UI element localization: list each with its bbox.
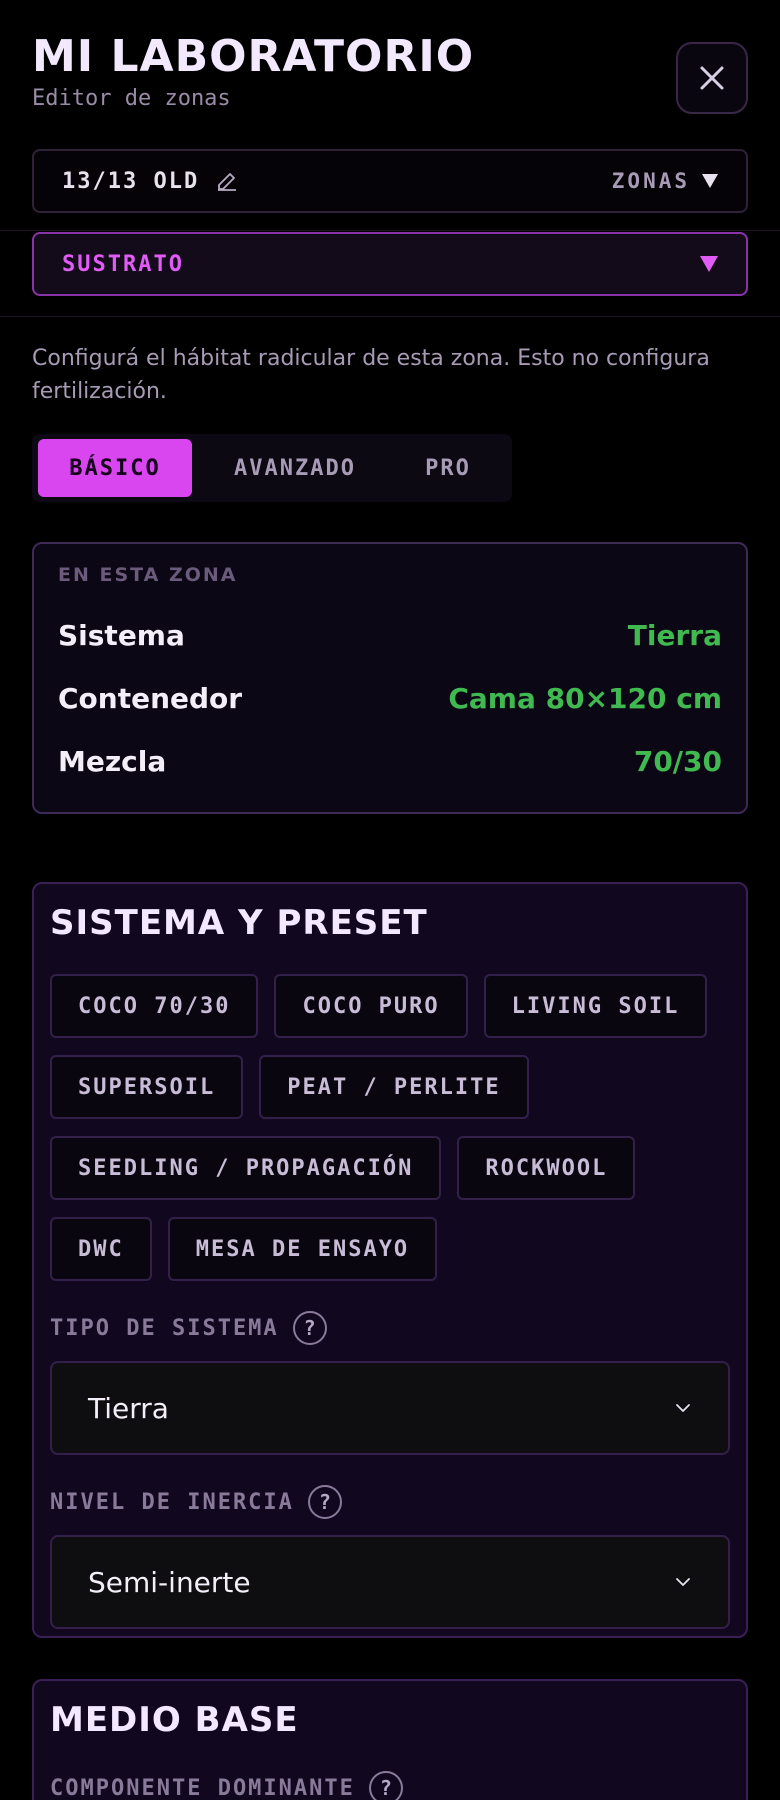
summary-caption: EN ESTA ZONA (58, 564, 238, 586)
divider (0, 230, 780, 231)
inertia-label: NIVEL DE INERCIA ? (50, 1485, 730, 1519)
section-dropdown-value: SUSTRATO (62, 251, 184, 277)
summary-row: Contenedor Cama 80×120 cm (58, 667, 722, 730)
close-button[interactable] (676, 42, 748, 114)
field-label-text: TIPO DE SISTEMA (50, 1315, 279, 1341)
triangle-down-icon (700, 256, 718, 272)
question-icon[interactable]: ? (307, 1485, 342, 1519)
field-label-text: COMPONENTE DOMINANTE (50, 1775, 355, 1800)
summary-row: Mezcla 70/30 (58, 730, 722, 793)
chevron-down-icon (676, 1404, 690, 1412)
inertia-select[interactable]: Semi-inerte (50, 1535, 730, 1629)
system-type-select[interactable]: Tierra (50, 1361, 730, 1455)
select-value: Tierra (88, 1391, 169, 1425)
zones-dropdown[interactable]: ZONAS (612, 169, 718, 193)
system-preset-card: SISTEMA Y PRESET COCO 70/30 COCO PURO LI… (32, 882, 748, 1638)
zone-summary-card: EN ESTA ZONA Sistema Tierra Contenedor C… (32, 542, 748, 814)
summary-value: Tierra (627, 619, 722, 652)
chevron-down-icon (676, 1578, 690, 1586)
question-icon[interactable]: ? (368, 1771, 403, 1800)
zones-dropdown-label: ZONAS (611, 169, 690, 193)
level-tabs: BÁSICO AVANZADO PRO (32, 434, 512, 502)
triangle-down-icon (702, 174, 718, 188)
preset-chip-living-soil[interactable]: LIVING SOIL (483, 974, 708, 1038)
question-icon[interactable]: ? (292, 1311, 327, 1345)
page-subtitle: Editor de zonas (32, 86, 231, 111)
system-type-label: TIPO DE SISTEMA ? (50, 1311, 730, 1345)
preset-chip-mesa-de-ensayo[interactable]: MESA DE ENSAYO (167, 1217, 438, 1281)
preset-chip-coco-puro[interactable]: COCO PURO (274, 974, 468, 1038)
preset-chip-supersoil[interactable]: SUPERSOIL (50, 1055, 244, 1119)
select-value: Semi-inerte (88, 1565, 251, 1599)
divider (0, 316, 780, 317)
section-dropdown[interactable]: SUSTRATO (32, 232, 748, 296)
summary-row: Sistema Tierra (58, 604, 722, 667)
preset-chip-coco-70-30[interactable]: COCO 70/30 (50, 974, 259, 1038)
preset-chips: COCO 70/30 COCO PURO LIVING SOIL SUPERSO… (50, 974, 730, 1281)
pencil-icon[interactable] (215, 169, 239, 193)
section-description: Configurá el hábitat radicular de esta z… (32, 346, 710, 404)
summary-key: Mezcla (58, 745, 167, 778)
tab-avanzado[interactable]: AVANZADO (192, 439, 398, 497)
preset-chip-dwc[interactable]: DWC (50, 1217, 152, 1281)
app-header: MI LABORATORIO Editor de zonas (32, 31, 475, 112)
tab-basico[interactable]: BÁSICO (38, 439, 192, 497)
page-title: MI LABORATORIO (32, 31, 475, 82)
field-label-text: NIVEL DE INERCIA (50, 1489, 294, 1515)
tab-pro[interactable]: PRO (398, 439, 498, 497)
summary-value: Cama 80×120 cm (448, 682, 722, 715)
summary-key: Sistema (58, 619, 185, 652)
preset-chip-peat-perlite[interactable]: PEAT / PERLITE (259, 1055, 529, 1119)
card-title: MEDIO BASE (50, 1700, 299, 1740)
zone-name: 13/13 OLD (62, 168, 200, 194)
zone-selector-bar: 13/13 OLD ZONAS (32, 149, 748, 213)
preset-chip-rockwool[interactable]: ROCKWOOL (457, 1136, 636, 1200)
base-medium-card: MEDIO BASE COMPONENTE DOMINANTE ? (32, 1679, 748, 1800)
summary-value: 70/30 (633, 745, 722, 778)
dominant-component-label: COMPONENTE DOMINANTE ? (50, 1771, 730, 1800)
preset-chip-seedling[interactable]: SEEDLING / PROPAGACIÓN (50, 1136, 442, 1200)
close-icon (700, 66, 724, 90)
summary-key: Contenedor (58, 682, 243, 715)
card-title: SISTEMA Y PRESET (50, 903, 428, 943)
